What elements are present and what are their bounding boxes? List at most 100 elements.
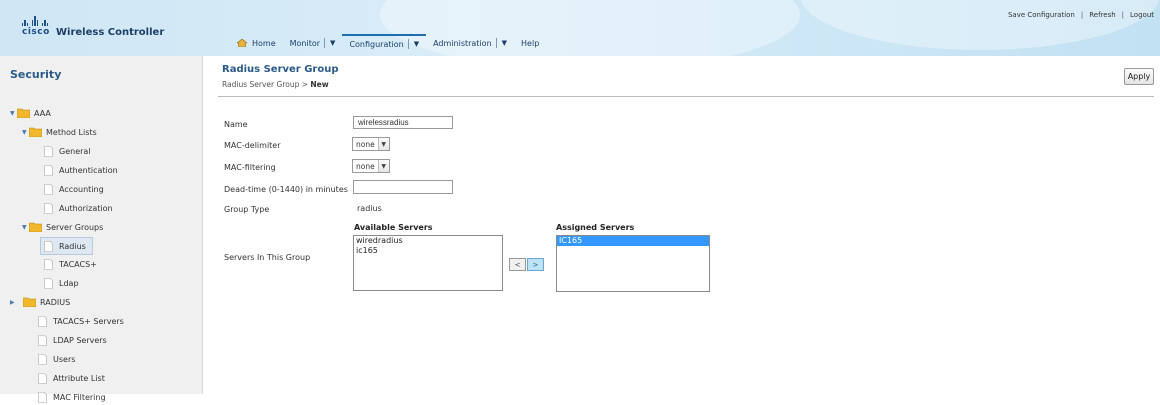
mac-filtering-label: MAC-filtering [224, 163, 276, 172]
sidebar-item-radius[interactable]: Radius [40, 237, 93, 255]
main-content: Radius Server Group Radius Server Group … [212, 56, 1160, 394]
sidebar-item-label: AAA [34, 108, 51, 118]
mac-delimiter-select[interactable]: none ▼ [352, 137, 390, 151]
sidebar-item-label: Server Groups [46, 222, 104, 232]
title-divider [218, 96, 1154, 97]
sidebar-item-ldap-servers[interactable]: LDAP Servers [38, 332, 107, 348]
dead-time-label: Dead-time (0-1440) in minutes [224, 185, 348, 194]
brand-name: cisco [22, 27, 50, 37]
remove-server-button[interactable]: < [509, 258, 526, 271]
sidebar-item-label: General [59, 146, 91, 156]
main-nav: Home Monitor ▼ Configuration ▼ Administr… [230, 34, 546, 52]
group-type-value: radius [357, 204, 382, 213]
breadcrumb: Radius Server Group > New [222, 80, 329, 89]
sidebar-item-label: Attribute List [53, 373, 105, 383]
expand-triangle-icon[interactable]: ▼ [22, 129, 28, 136]
nav-home-label: Home [252, 38, 276, 48]
sidebar-item-label: RADIUS [40, 297, 71, 307]
dropdown-arrow-icon: ▼ [377, 160, 389, 172]
sidebar-item-aaa[interactable]: ▼ AAA [10, 105, 51, 121]
chevron-down-icon: ▼ [330, 39, 336, 47]
nav-configuration-label: Configuration [349, 39, 404, 49]
product-name: Wireless Controller [56, 27, 165, 38]
document-icon [38, 353, 47, 365]
refresh-link[interactable]: Refresh [1089, 11, 1115, 19]
assigned-servers-list[interactable]: IC165 [556, 235, 710, 292]
mac-delimiter-label: MAC-delimiter [224, 141, 281, 150]
nav-administration-label: Administration [433, 38, 492, 48]
sidebar-item-method-lists[interactable]: ▼ Method Lists [22, 124, 97, 140]
document-icon [44, 164, 53, 176]
folder-icon [23, 297, 36, 307]
mac-delimiter-value: none [356, 139, 375, 149]
sidebar-item-authentication[interactable]: Authentication [44, 162, 118, 178]
available-servers-list[interactable]: wiredradius ic165 [353, 235, 503, 291]
sidebar-item-ldap[interactable]: Ldap [44, 275, 79, 291]
document-icon [38, 372, 47, 384]
assigned-servers-heading: Assigned Servers [556, 223, 635, 232]
folder-icon [17, 108, 30, 118]
list-item[interactable]: ic165 [354, 246, 502, 256]
nav-configuration[interactable]: Configuration ▼ [342, 34, 427, 52]
dead-time-field[interactable] [353, 180, 453, 194]
mac-filtering-select[interactable]: none ▼ [352, 159, 390, 173]
sidebar-item-label: Ldap [59, 278, 79, 288]
sidebar-item-label: TACACS+ [59, 259, 97, 269]
home-icon [237, 39, 247, 47]
nav-help-label: Help [521, 38, 540, 48]
chevron-down-icon: ▼ [501, 39, 508, 47]
folder-icon [29, 222, 42, 232]
document-icon [44, 258, 53, 270]
cisco-logo: cisco Wireless Controller [22, 16, 182, 46]
list-item[interactable]: IC165 [557, 236, 709, 246]
available-servers-heading: Available Servers [354, 223, 433, 232]
document-icon [44, 277, 53, 289]
sidebar-item-label: Accounting [59, 184, 104, 194]
nav-administration[interactable]: Administration ▼ [426, 34, 514, 52]
sidebar-item-server-groups[interactable]: ▼ Server Groups [22, 219, 103, 235]
document-icon [38, 315, 47, 327]
sidebar-item-mac-filtering[interactable]: MAC Filtering [38, 389, 106, 405]
nav-home[interactable]: Home [230, 34, 283, 52]
top-header: cisco Wireless Controller Save Configura… [0, 0, 1160, 56]
top-links: Save Configuration | Refresh | Logout [1007, 11, 1154, 19]
sidebar: Security ▼ AAA ▼ Method Lists General Au… [0, 56, 203, 403]
group-type-label: Group Type [224, 205, 270, 214]
expand-triangle-icon[interactable]: ▼ [10, 110, 16, 117]
sidebar-item-attribute-list[interactable]: Attribute List [38, 370, 105, 386]
sidebar-item-authorization[interactable]: Authorization [44, 200, 113, 216]
page-title: Radius Server Group [222, 64, 339, 75]
collapse-triangle-icon[interactable]: ▶ [10, 299, 16, 306]
document-icon [38, 334, 47, 346]
sidebar-item-accounting[interactable]: Accounting [44, 181, 104, 197]
header-wave-decoration [800, 0, 1160, 50]
sidebar-item-label: Method Lists [46, 127, 97, 137]
expand-triangle-icon[interactable]: ▼ [22, 224, 28, 231]
sidebar-item-tacacs-servers[interactable]: TACACS+ Servers [38, 313, 124, 329]
name-field[interactable] [353, 116, 453, 129]
sidebar-title: Security [10, 68, 62, 81]
breadcrumb-current: New [310, 80, 329, 89]
sidebar-item-label: Authorization [59, 203, 113, 213]
sidebar-item-general[interactable]: General [44, 143, 91, 159]
sidebar-item-tacacs[interactable]: TACACS+ [44, 256, 97, 272]
logout-link[interactable]: Logout [1130, 11, 1154, 19]
sidebar-item-radius-folder[interactable]: ▶ RADIUS [10, 294, 70, 310]
cisco-bridge-icon [22, 16, 48, 26]
save-configuration-link[interactable]: Save Configuration [1008, 11, 1075, 19]
document-icon [44, 202, 53, 214]
name-label: Name [224, 120, 248, 129]
nav-monitor[interactable]: Monitor ▼ [283, 34, 343, 52]
list-item[interactable]: wiredradius [354, 236, 502, 246]
sidebar-item-label: Users [53, 354, 76, 364]
sidebar-item-users[interactable]: Users [38, 351, 75, 367]
document-icon [44, 183, 53, 195]
folder-icon [29, 127, 42, 137]
apply-button[interactable]: Apply [1124, 68, 1154, 85]
sidebar-item-label: Authentication [59, 165, 118, 175]
sidebar-item-label: LDAP Servers [53, 335, 107, 345]
nav-help[interactable]: Help [514, 34, 546, 52]
add-server-button[interactable]: > [527, 258, 544, 271]
breadcrumb-parent[interactable]: Radius Server Group > [222, 80, 308, 89]
mac-filtering-value: none [356, 161, 375, 171]
